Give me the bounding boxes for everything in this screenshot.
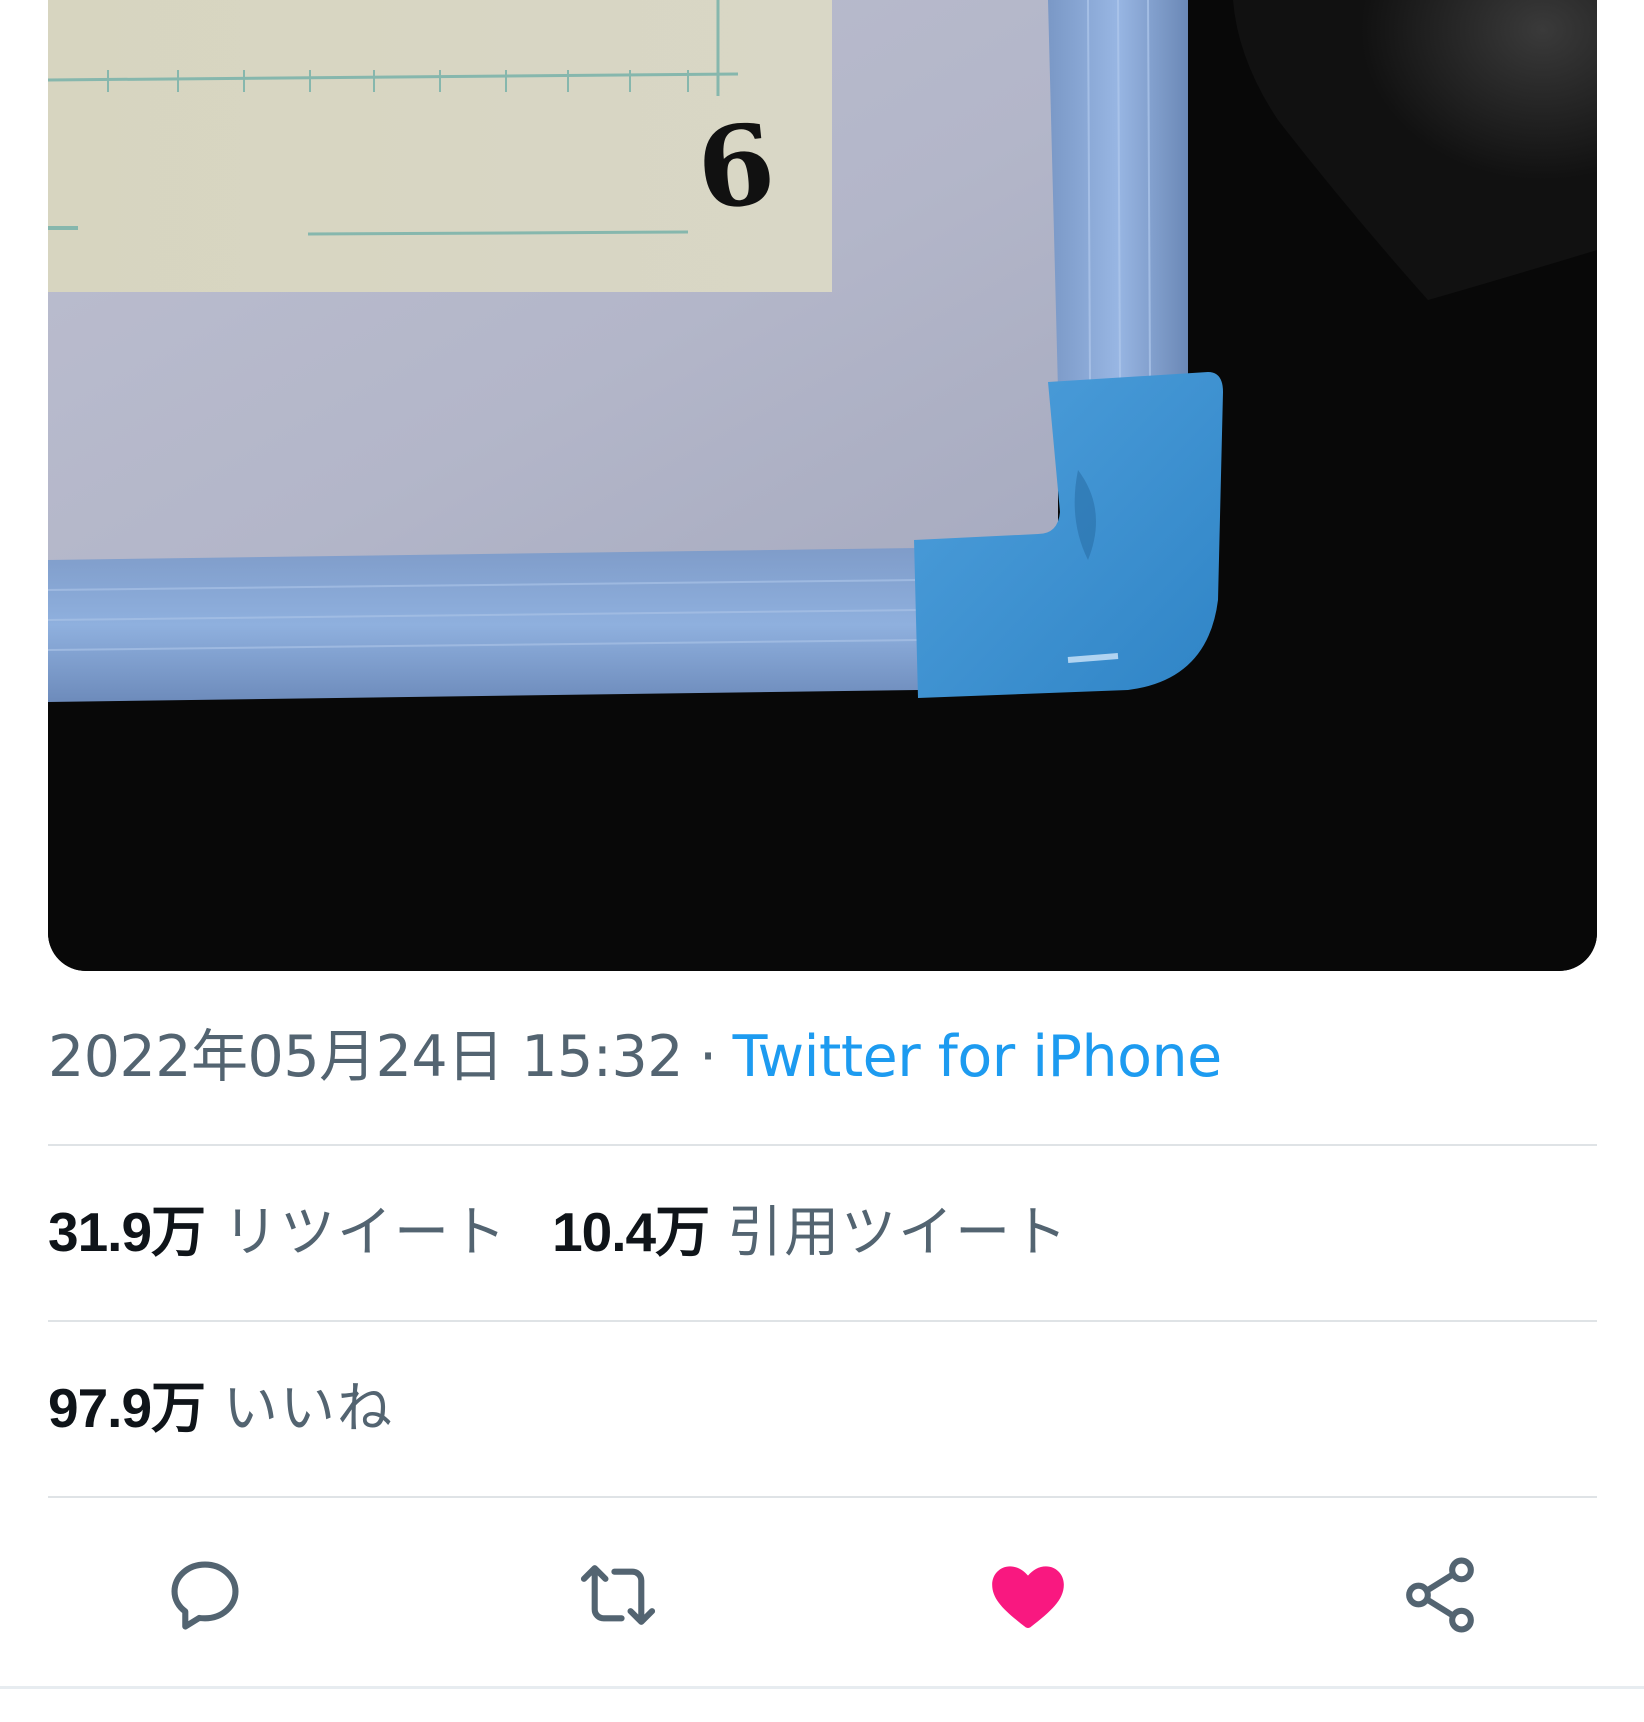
like-label: いいね [223,1376,395,1440]
svg-text:6: 6 [691,99,781,235]
tweet-meta: 2022年05月24日 15:32 · Twitter for iPhone [48,1022,1222,1092]
tweet-photo[interactable]: 6 [48,0,1597,971]
like-count: 97.9万 [48,1377,206,1439]
like-count-link[interactable]: 97.9万 いいね [48,1368,394,1448]
quote-count-link[interactable]: 10.4万 引用ツイート [552,1192,1069,1272]
quote-count: 10.4万 [552,1201,710,1263]
retweet-label: リツイート [223,1200,509,1264]
divider [48,1144,1597,1146]
tweet-timestamp[interactable]: 2022年05月24日 15:32 [48,1024,684,1090]
like-button[interactable] [973,1540,1083,1650]
whiteboard-photo-image: 6 [48,0,1597,971]
retweet-count: 31.9万 [48,1201,206,1263]
reply-button[interactable] [150,1540,260,1650]
retweet-count-link[interactable]: 31.9万 リツイート [48,1192,508,1272]
section-border [0,1686,1644,1689]
heart-icon [992,1566,1064,1628]
meta-separator: · [699,1024,717,1090]
tweet-action-bar [0,1540,1644,1650]
like-stats-row: 97.9万 いいね [48,1368,438,1448]
retweet-icon [580,1565,656,1625]
divider [48,1496,1597,1498]
divider [48,1320,1597,1322]
quote-label: 引用ツイート [727,1200,1070,1264]
reply-icon [171,1561,239,1630]
tweet-detail: 6 2022年05月24日 15:32·Twitter for iPhone [0,0,1644,1722]
retweet-button[interactable] [563,1540,673,1650]
share-button[interactable] [1385,1540,1495,1650]
retweet-stats-row: 31.9万 リツイート 10.4万 引用ツイート [48,1192,1113,1272]
tweet-source-link[interactable]: Twitter for iPhone [733,1024,1223,1090]
share-icon [1406,1557,1474,1633]
